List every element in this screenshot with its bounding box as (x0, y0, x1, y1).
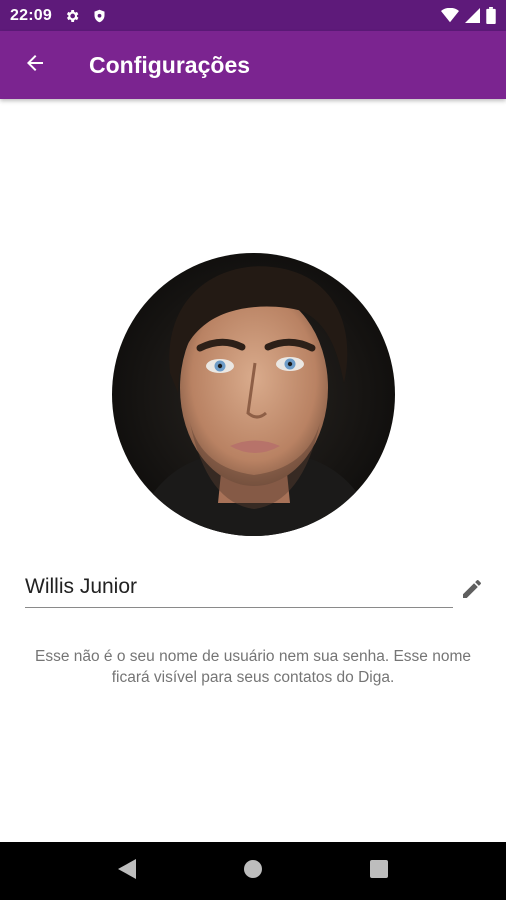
wifi-icon (441, 8, 459, 23)
nav-home-button[interactable] (223, 842, 283, 900)
nav-recents-button[interactable] (349, 842, 409, 900)
profile-avatar[interactable] (112, 253, 395, 536)
name-helper-text: Esse não é o seu nome de usuário nem sua… (35, 648, 471, 686)
shield-icon (92, 8, 107, 24)
back-triangle-icon (118, 858, 136, 884)
battery-icon (486, 7, 496, 24)
system-nav-bar (0, 842, 506, 900)
recents-square-icon (370, 859, 388, 883)
status-left: 22:09 (10, 7, 107, 25)
status-right (441, 7, 496, 24)
edit-name-button[interactable] (455, 574, 489, 608)
arrow-left-icon (23, 51, 47, 80)
page-title: Configurações (89, 51, 251, 78)
home-circle-icon (243, 859, 263, 884)
signal-icon (465, 8, 480, 23)
name-row (25, 570, 491, 610)
pencil-icon (460, 577, 484, 606)
status-bar: 22:09 (0, 0, 506, 31)
back-button[interactable] (0, 31, 70, 99)
status-time: 22:09 (10, 6, 52, 24)
app-bar: Configurações (0, 31, 506, 99)
name-input[interactable] (25, 570, 453, 608)
gear-icon (64, 8, 80, 24)
nav-back-button[interactable] (97, 842, 157, 900)
avatar-photo (112, 253, 395, 536)
